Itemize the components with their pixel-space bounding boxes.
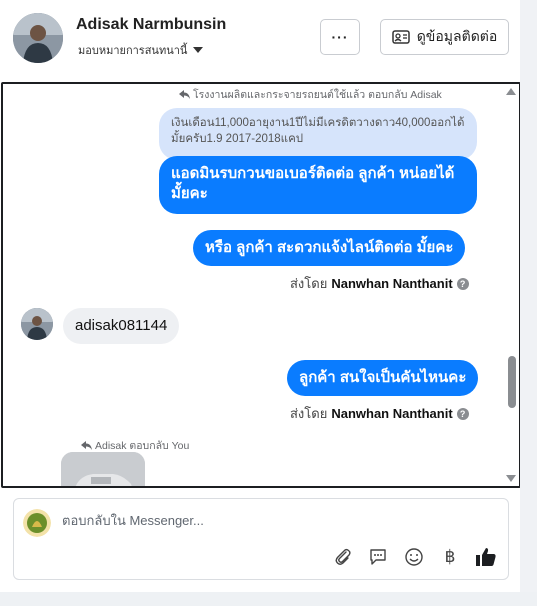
conversation-header: Adisak Narmbunsin มอบหมายการสนทนานี้ ···… (0, 0, 520, 78)
outgoing-message[interactable]: ลูกค้า สนใจเป็นคันไหนคะ (287, 360, 479, 396)
image-attachment[interactable] (61, 452, 145, 486)
sent-by-label: ส่งโดย Nanwhan Nanthanit ? (290, 403, 469, 424)
avatar[interactable] (13, 13, 63, 63)
like-icon[interactable] (475, 546, 497, 568)
scroll-thumb[interactable] (508, 356, 516, 408)
outgoing-message[interactable]: หรือ ลูกค้า สะดวกแจ้งไลน์ติดต่อ มั้ยคะ (193, 230, 466, 266)
saved-reply-icon[interactable] (367, 546, 389, 568)
page-avatar (23, 509, 51, 537)
reply-arrow-icon (81, 440, 92, 450)
sent-by-prefix: ส่งโดย (290, 406, 328, 421)
sent-by-prefix: ส่งโดย (290, 276, 328, 291)
reply-input[interactable] (62, 513, 482, 528)
message-thread[interactable]: โรงงานผลิตและกระจายรถยนต์ใช้แล้ว ตอบกลับ… (1, 82, 521, 488)
right-edge (520, 0, 537, 606)
assign-conversation-label: มอบหมายการสนทนานี้ (78, 45, 188, 57)
sent-by-name: Nanwhan Nanthanit (331, 276, 453, 291)
outgoing-message[interactable]: แอดมินรบกวนขอเบอร์ติดต่อ ลูกค้า หน่อยได้… (159, 156, 477, 214)
reply-arrow-icon (179, 89, 190, 99)
scrollbar[interactable] (503, 84, 519, 486)
scroll-up-icon[interactable] (506, 88, 516, 95)
quoted-message[interactable]: เงินเดือน11,000อายุงาน1ปีไม่มีเครดิตวางด… (159, 108, 477, 160)
sent-by-name: Nanwhan Nanthanit (331, 406, 453, 421)
baht-icon[interactable]: ฿ (439, 546, 461, 568)
avatar[interactable] (21, 308, 53, 340)
help-icon[interactable]: ? (456, 277, 469, 290)
incoming-message[interactable]: adisak081144 (63, 308, 180, 344)
view-contact-info-label: ดูข้อมูลติดต่อ (416, 28, 498, 44)
reply-composer: ฿ (13, 498, 509, 580)
conversation-panel: Adisak Narmbunsin มอบหมายการสนทนานี้ ···… (0, 0, 521, 606)
more-icon: ··· (331, 29, 349, 45)
bottom-edge (0, 592, 537, 606)
assign-conversation[interactable]: มอบหมายการสนทนานี้ (78, 41, 204, 59)
reply-hint: โรงงานผลิตและกระจายรถยนต์ใช้แล้ว ตอบกลับ… (179, 86, 442, 103)
more-button[interactable]: ··· (320, 19, 360, 55)
attachment-icon[interactable] (332, 546, 354, 568)
caret-down-icon (193, 47, 204, 53)
view-contact-info-button[interactable]: ดูข้อมูลติดต่อ (380, 19, 509, 55)
user-name[interactable]: Adisak Narmbunsin (76, 16, 226, 34)
sent-by-label: ส่งโดย Nanwhan Nanthanit ? (290, 273, 469, 294)
emoji-icon[interactable] (403, 546, 425, 568)
help-icon[interactable]: ? (456, 407, 469, 420)
contact-card-icon (391, 30, 410, 44)
scroll-down-icon[interactable] (506, 475, 516, 482)
reply-hint-text: โรงงานผลิตและกระจายรถยนต์ใช้แล้ว ตอบกลับ… (193, 89, 442, 101)
